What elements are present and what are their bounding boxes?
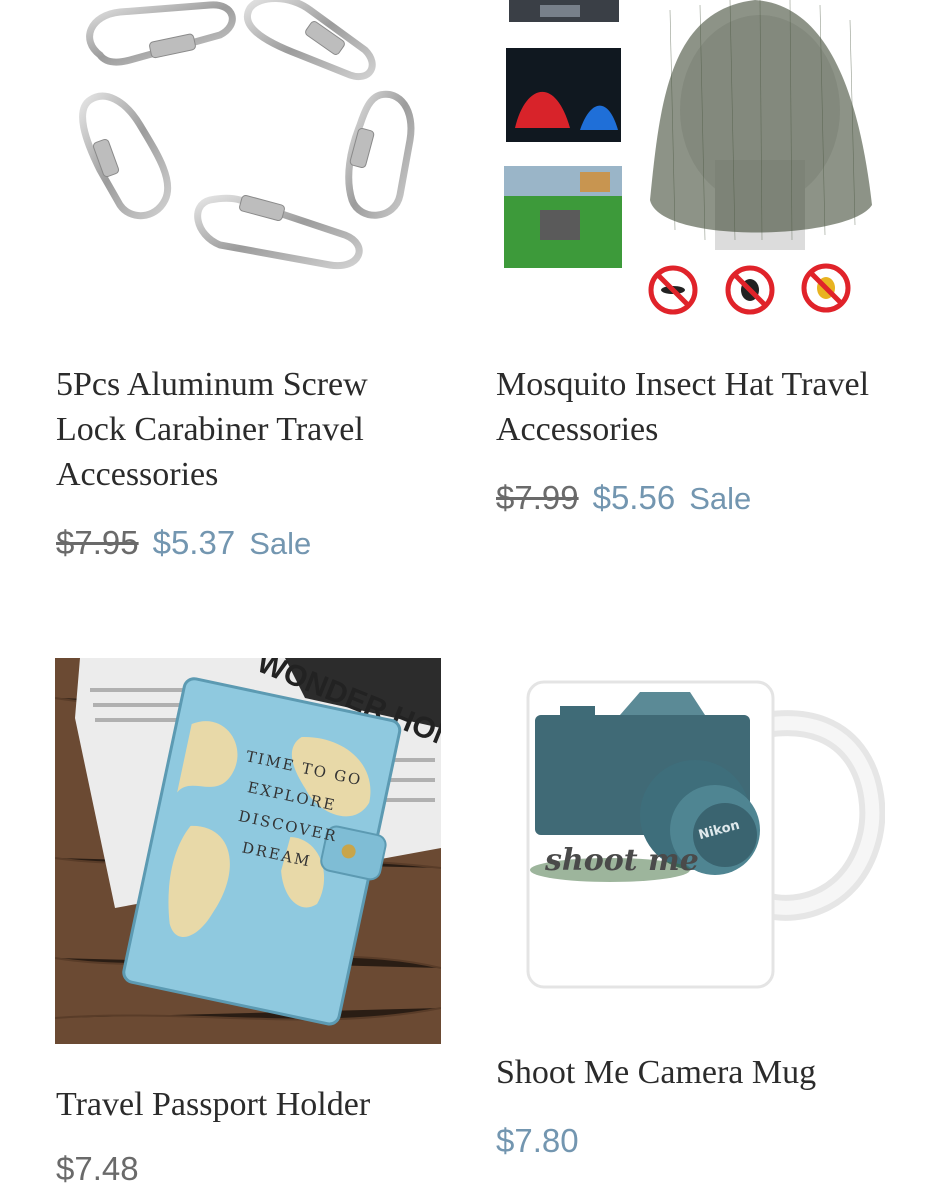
compare-at-price: $7.95: [56, 524, 139, 561]
product-title[interactable]: 5Pcs Aluminum Screw Lock Carabiner Trave…: [56, 362, 426, 497]
product-image-camera-mug[interactable]: Nikon shoot me: [500, 670, 885, 1000]
regular-price: $7.48: [56, 1150, 139, 1187]
regular-price: $7.80: [496, 1122, 579, 1159]
sale-price: $5.37: [152, 524, 236, 561]
compare-at-price: $7.99: [496, 479, 579, 516]
product-title[interactable]: Shoot Me Camera Mug: [496, 1050, 876, 1095]
price-row: $7.99 $5.56 Sale: [496, 479, 751, 517]
mug-slogan: shoot me: [544, 843, 699, 878]
product-image-passport-holder[interactable]: WONDER HOME TIME TO GO EXPLORE DISCOVER …: [55, 658, 441, 1044]
product-title[interactable]: Travel Passport Holder: [56, 1082, 436, 1127]
sale-badge: Sale: [689, 481, 752, 516]
price-row: $7.48: [56, 1150, 139, 1188]
price-row: $7.95 $5.37 Sale: [56, 524, 311, 562]
product-image-carabiner[interactable]: [60, 0, 440, 300]
sale-price: $5.56: [592, 479, 676, 516]
product-title[interactable]: Mosquito Insect Hat Travel Accessories: [496, 362, 876, 452]
product-image-mosquito-hat[interactable]: [500, 0, 890, 320]
price-row: $7.80: [496, 1122, 579, 1160]
sale-badge: Sale: [249, 526, 312, 561]
